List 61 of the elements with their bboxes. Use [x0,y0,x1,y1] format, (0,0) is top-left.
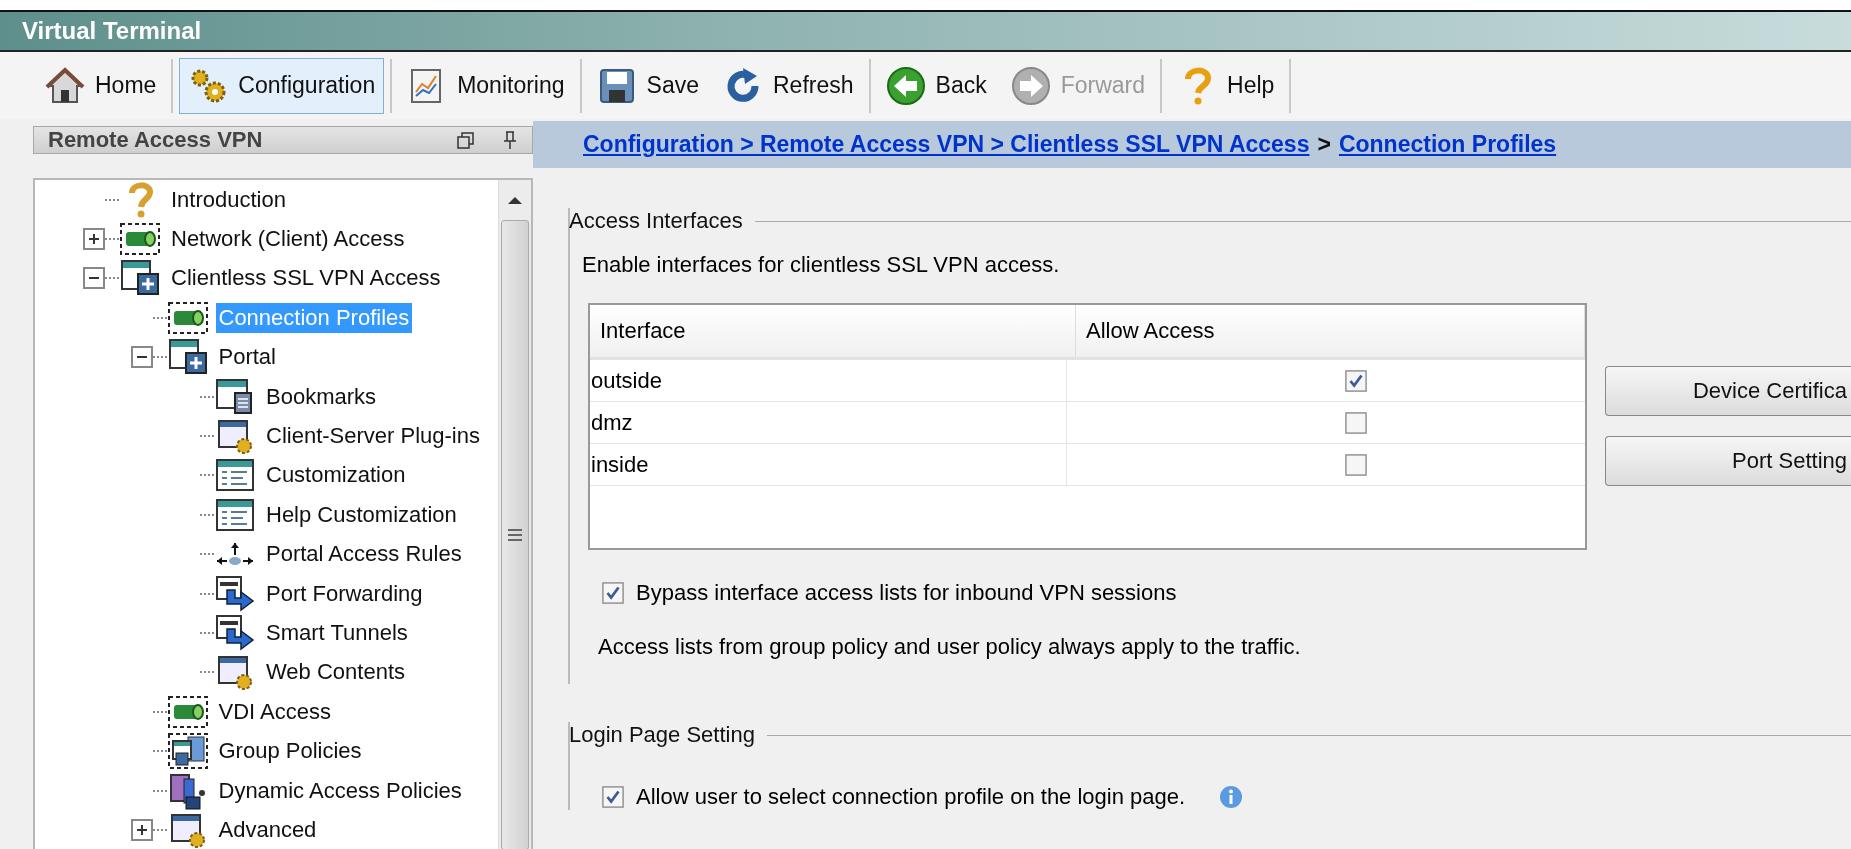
note-text: Access lists from group policy and user policy always apply to the traffic. [598,634,1302,660]
checkbox[interactable] [602,786,624,808]
table-cell-text: outside [590,366,663,395]
table-cell-text: dmz [590,408,634,437]
tree-item[interactable]: Client-Server Plug-ins [263,421,483,452]
side-button[interactable]: Device Certifica [1605,366,1851,416]
checkbox[interactable] [1345,411,1367,434]
group-title: Login Page Setting [569,722,755,748]
window-arrow-icon [215,573,255,614]
tree-item[interactable]: Web Contents [263,657,408,688]
info-icon[interactable] [1219,785,1244,809]
checkbox[interactable] [1345,369,1367,392]
tree-item[interactable]: Introduction [168,184,289,215]
column-header[interactable]: Allow Access [1076,305,1585,357]
toolbar-button[interactable]: Home [36,57,166,114]
toolbar-button[interactable]: Help [1168,57,1284,114]
tree-item[interactable]: Port Forwarding [263,578,426,609]
toolbar-button[interactable]: Save [587,57,708,114]
house-icon [45,65,85,106]
document-icon [215,376,255,417]
tree-item[interactable]: Customization [263,460,409,491]
grip-icon [505,527,525,542]
tree-item[interactable]: Bookmarks [263,381,380,412]
checkbox[interactable] [602,582,624,604]
window-title: Virtual Terminal [22,17,202,45]
tree-item[interactable]: Clientless SSL VPN Access [168,263,444,294]
toolbar-button[interactable]: Refresh [714,57,863,114]
toolbar-button[interactable]: Monitoring [398,57,574,114]
scroll-thumb[interactable] [501,220,529,849]
collapse-icon[interactable] [83,267,105,290]
table-cell-text: inside [590,450,650,479]
checkbox[interactable] [1345,453,1367,476]
checkbox-label[interactable]: Bypass interface access lists for inbound VPN sessions [636,580,1177,606]
tree-item[interactable]: Group Policies [215,736,365,767]
scrollbar[interactable] [498,180,531,849]
tree-item[interactable]: Smart Tunnels [263,618,411,648]
tree-item[interactable]: VDI Access [215,696,334,727]
description-text: Enable interfaces for clientless SSL VPN access. [582,252,1061,278]
tree-item[interactable]: Portal [215,342,279,373]
tree-item[interactable]: Dynamic Access Policies [215,775,465,806]
toolbar-button[interactable]: Configuration [179,57,385,114]
tree-item[interactable]: Help Customization [263,499,460,530]
tree-item[interactable]: Advanced [215,814,320,845]
side-button[interactable]: Port Setting [1605,436,1851,486]
expand-icon[interactable] [130,818,153,841]
restore-icon[interactable] [456,130,476,150]
toolbar-button[interactable]: Back [876,57,996,114]
column-header[interactable]: Interface [590,305,1076,357]
breadcrumb-separator: > [1317,131,1331,158]
arrows-icon [217,543,253,566]
window-arrow-icon [215,613,255,653]
windows-icon [167,731,208,772]
breadcrumb-link[interactable]: Configuration > Remote Access VPN > Clientless SSL VPN Access [583,131,1310,158]
expand-icon[interactable] [83,228,105,251]
tree-item[interactable]: Network (Client) Access [168,224,408,255]
collapse-icon[interactable] [130,346,153,369]
breadcrumb-link[interactable]: Connection Profiles [1338,131,1557,158]
pane-title: Remote Access VPN [48,127,264,153]
checkbox-label[interactable]: Allow user to select connection profile on the login page. [636,784,1186,810]
tree-item[interactable]: Portal Access Rules [263,539,465,570]
group-title: Access Interfaces [569,208,743,234]
